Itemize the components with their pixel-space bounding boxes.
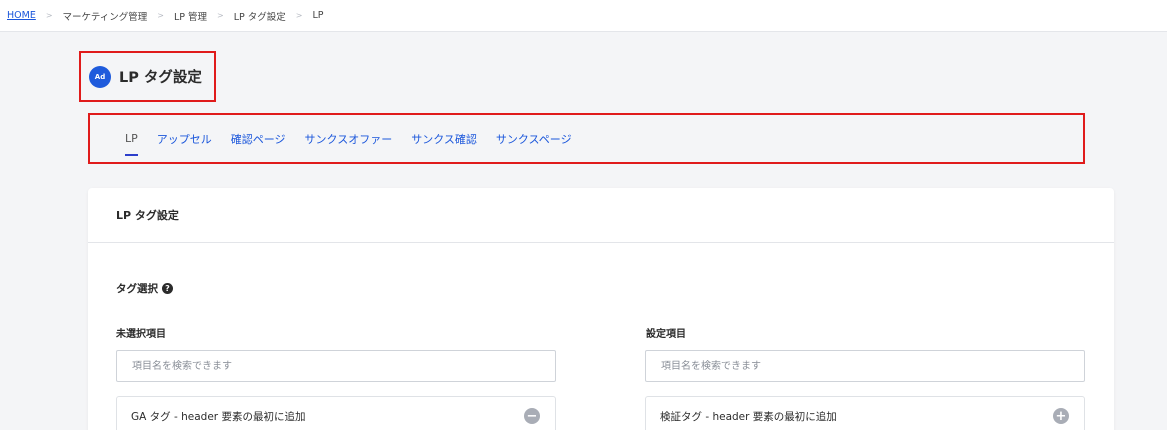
tag-selection-label: タグ選択 ?: [116, 281, 173, 296]
unselected-list-item[interactable]: GA タグ - header 要素の最初に追加 −: [116, 396, 556, 430]
tag-selection-text: タグ選択: [116, 283, 158, 295]
plus-circle-icon[interactable]: +: [1053, 408, 1069, 424]
selected-search-input[interactable]: [645, 350, 1085, 382]
breadcrumb-current: LP: [312, 10, 324, 21]
tab-thanks-page[interactable]: サンクスページ: [496, 127, 572, 151]
breadcrumb-separator: >: [217, 11, 224, 20]
page-header: Ad LP タグ設定: [79, 51, 216, 102]
selected-item-label: 検証タグ - header 要素の最初に追加: [660, 410, 837, 423]
breadcrumb-home-link[interactable]: HOME: [7, 10, 36, 21]
tab-thanks-offer[interactable]: サンクスオファー: [305, 127, 393, 151]
minus-circle-icon[interactable]: −: [524, 408, 540, 424]
selected-items-label: 設定項目: [646, 329, 686, 340]
breadcrumb-separator: >: [157, 11, 164, 20]
card-title: LP タグ設定: [88, 188, 1114, 243]
ad-icon: Ad: [89, 65, 111, 88]
breadcrumb-lp-management[interactable]: LP 管理: [174, 9, 207, 23]
tab-confirm-page[interactable]: 確認ページ: [231, 127, 286, 151]
breadcrumb-separator: >: [45, 11, 53, 20]
page-title: LP タグ設定: [119, 70, 202, 86]
unselected-item-label: GA タグ - header 要素の最初に追加: [131, 410, 306, 423]
unselected-items-label: 未選択項目: [116, 329, 166, 340]
selected-list-item[interactable]: 検証タグ - header 要素の最初に追加 +: [645, 396, 1085, 430]
unselected-search-input[interactable]: [116, 350, 556, 382]
tag-settings-card: LP タグ設定 タグ選択 ? 未選択項目 GA タグ - header 要素の最…: [88, 188, 1114, 430]
breadcrumb-lp-tag-settings[interactable]: LP タグ設定: [234, 9, 286, 23]
tab-upsell[interactable]: アップセル: [157, 127, 212, 151]
tab-lp[interactable]: LP: [125, 128, 138, 156]
breadcrumb-separator: >: [295, 11, 303, 20]
question-circle-icon[interactable]: ?: [162, 283, 173, 294]
tab-thanks-confirm[interactable]: サンクス確認: [411, 127, 477, 151]
tab-bar: LP アップセル 確認ページ サンクスオファー サンクス確認 サンクスページ: [88, 113, 1085, 164]
breadcrumb: HOME > マーケティング管理 > LP 管理 > LP タグ設定 > LP: [0, 0, 1167, 32]
breadcrumb-marketing[interactable]: マーケティング管理: [63, 9, 148, 23]
